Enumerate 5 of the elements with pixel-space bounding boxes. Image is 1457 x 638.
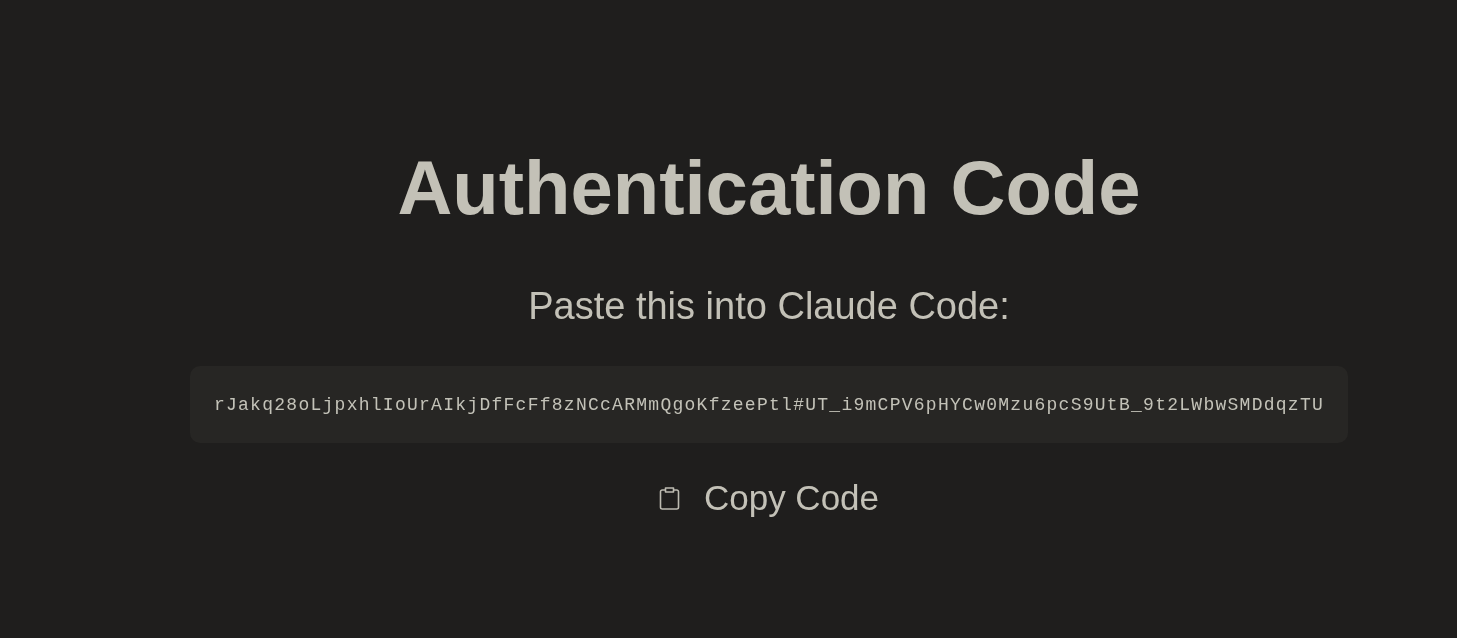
clipboard-icon — [658, 486, 680, 510]
instruction-text: Paste this into Claude Code: — [528, 284, 1010, 328]
auth-code: rJakq28oLjpxhlIoUrAIkjDfFcFf8zNCcARMmQgoKfzeePtl#UT_i9mCPV6pHYCw0Mzu6pcS9UtB_9t2LWbwSMDdqzTU — [189, 366, 1349, 443]
copy-button[interactable]: Copy Code — [658, 478, 880, 518]
page-title: Authentication Code — [397, 144, 1141, 231]
